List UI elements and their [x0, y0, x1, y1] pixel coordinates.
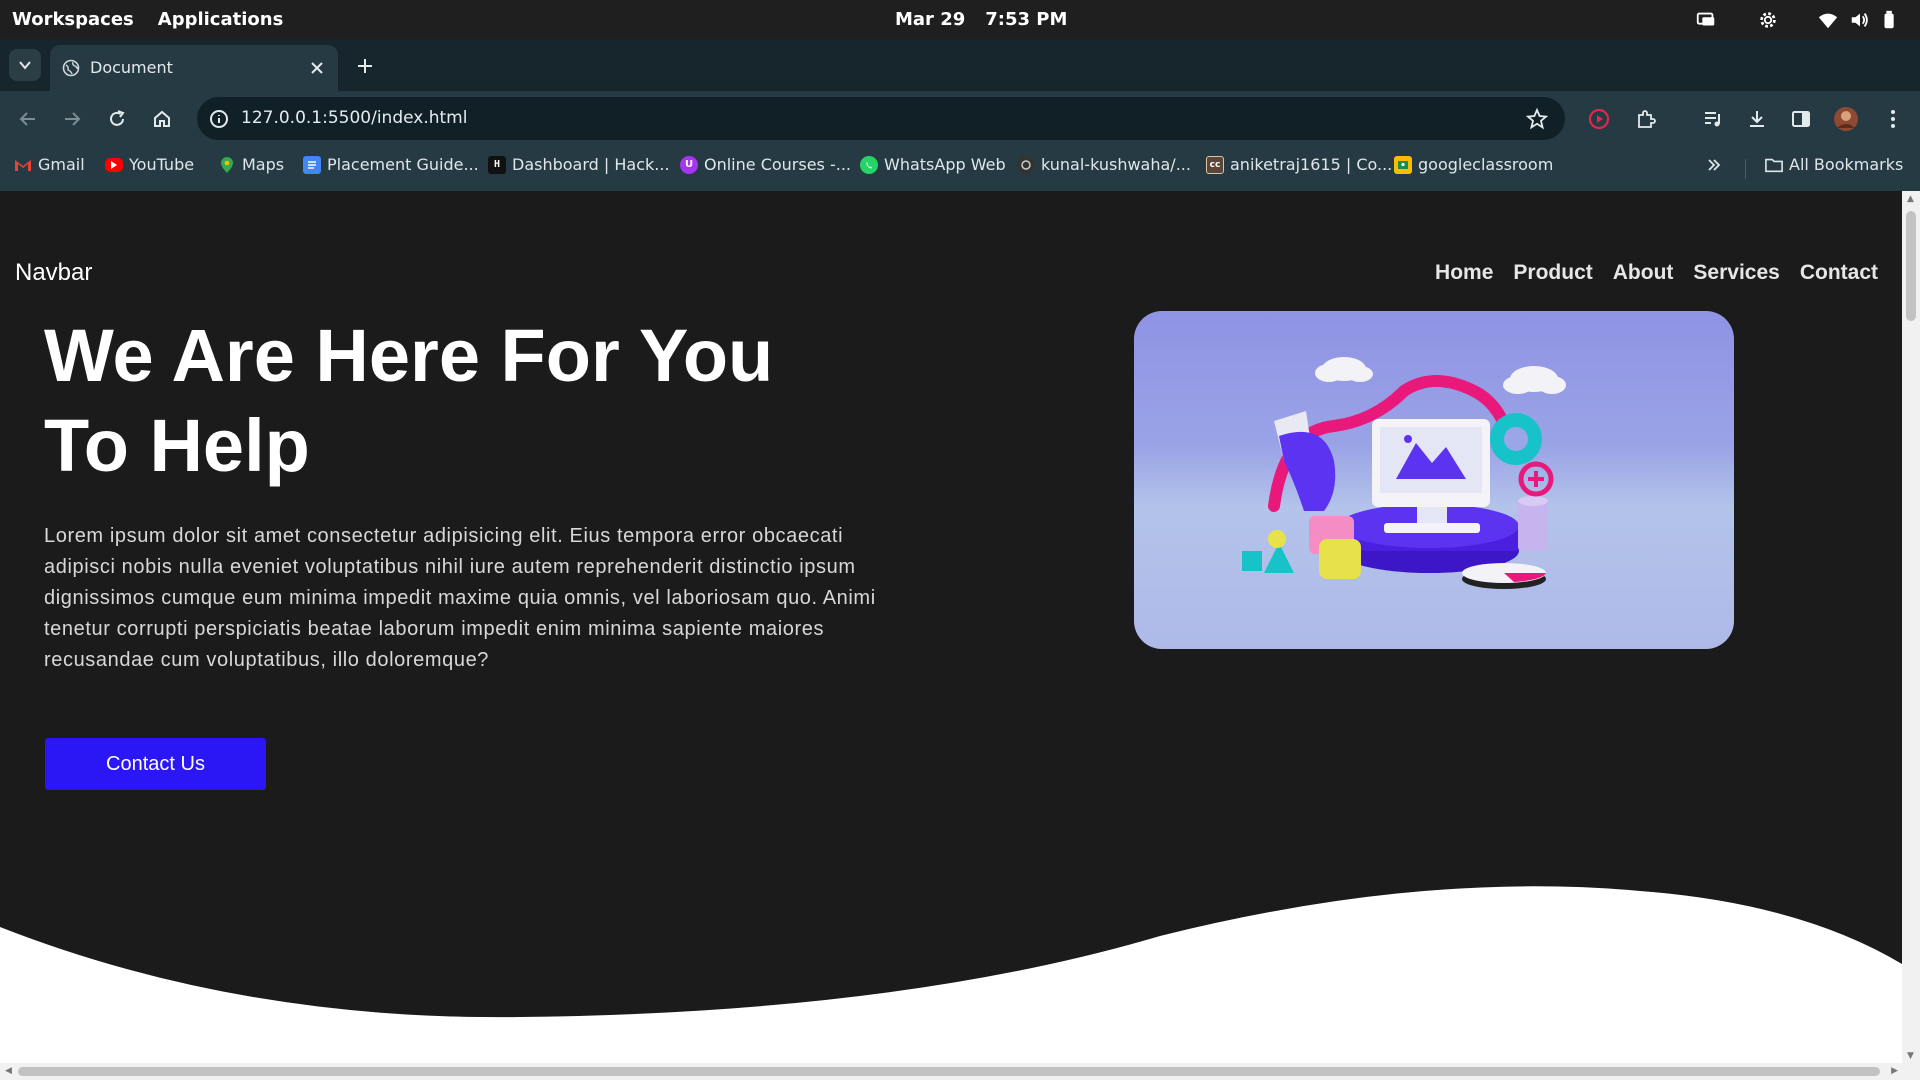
forward-arrow-icon [65, 112, 81, 126]
clock[interactable]: Mar 29 7:53 PM [895, 9, 1067, 30]
media-control-icon[interactable] [1698, 104, 1728, 134]
courses-icon: U [680, 155, 698, 174]
hero-description: Lorem ipsum dolor sit amet consectetur a… [44, 525, 876, 671]
navbar-brand[interactable]: Navbar [15, 259, 92, 287]
reload-button[interactable] [102, 104, 132, 134]
bookmark-star-icon[interactable] [1525, 107, 1549, 131]
bookmark-github[interactable]: kunal-kushwaha/... [1017, 155, 1191, 174]
nav-links: Home Product About Services Contact [1435, 261, 1878, 285]
contact-us-button[interactable]: Contact Us [45, 738, 266, 790]
more-bookmarks-chevron-icon[interactable] [1706, 157, 1722, 173]
bookmark-whatsapp[interactable]: WhatsApp Web [860, 155, 1006, 174]
browser-toolbar: 127.0.0.1:5500/index.html [0, 91, 1920, 147]
scroll-up-icon[interactable]: ▲ [1907, 194, 1914, 204]
reload-icon [110, 110, 125, 126]
folder-icon [1765, 156, 1783, 174]
hero-illustration [1134, 311, 1734, 649]
vertical-scrollbar[interactable]: ▲ ▼ [1902, 191, 1920, 1063]
gmail-icon [14, 156, 32, 174]
workspaces-menu[interactable]: Workspaces [12, 9, 134, 30]
extension-record-icon[interactable] [1584, 104, 1614, 134]
maps-icon [218, 156, 236, 174]
bookmark-label: Placement Guide... [327, 155, 479, 174]
site-info-icon[interactable] [205, 105, 233, 133]
bookmark-placement-guide[interactable]: Placement Guide... [303, 155, 479, 174]
extensions-puzzle-icon[interactable] [1631, 104, 1661, 134]
bookmark-label: WhatsApp Web [884, 155, 1006, 174]
nav-link-about[interactable]: About [1613, 261, 1674, 285]
horizontal-scrollbar[interactable]: ◀ ▶ [0, 1063, 1920, 1080]
scroll-right-icon[interactable]: ▶ [1891, 1066, 1898, 1076]
os-top-bar: Workspaces Applications Mar 29 7:53 PM [0, 0, 1920, 39]
docs-icon [303, 155, 321, 174]
bookmark-gmail[interactable]: Gmail [14, 155, 85, 174]
horizontal-scroll-thumb[interactable] [18, 1067, 1880, 1076]
settings-icon[interactable] [1756, 8, 1780, 32]
bookmark-googleclassroom[interactable]: googleclassroom [1394, 155, 1553, 174]
bookmark-label: Online Courses -... [704, 155, 852, 174]
bookmark-label: Dashboard | Hack... [512, 155, 670, 174]
vertical-scroll-thumb[interactable] [1906, 211, 1916, 321]
bookmark-label: kunal-kushwaha/... [1041, 155, 1191, 174]
back-button[interactable] [13, 104, 43, 134]
battery-icon[interactable] [1878, 8, 1902, 32]
whatsapp-icon [860, 155, 878, 174]
time-label: 7:53 PM [985, 9, 1068, 30]
scroll-left-icon[interactable]: ◀ [5, 1066, 12, 1076]
url-text[interactable]: 127.0.0.1:5500/index.html [241, 108, 467, 128]
close-tab-icon[interactable] [306, 57, 328, 79]
date-label: Mar 29 [895, 9, 966, 30]
screen-icon[interactable] [1694, 8, 1718, 32]
bookmark-codechef[interactable]: cc aniketraj1615 | Co... [1206, 155, 1392, 174]
codechef-icon: cc [1206, 155, 1224, 174]
applications-menu[interactable]: Applications [158, 9, 284, 30]
tab-strip: Document [0, 39, 1920, 91]
globe-icon [62, 59, 80, 77]
all-bookmarks-label: All Bookmarks [1789, 155, 1904, 174]
youtube-icon [105, 157, 123, 172]
scroll-down-icon[interactable]: ▼ [1907, 1051, 1914, 1061]
side-panel-icon[interactable] [1786, 104, 1816, 134]
bookmark-online-courses[interactable]: U Online Courses -... [680, 155, 851, 174]
hero-title: We Are Here For You To Help [44, 314, 774, 487]
home-icon [154, 110, 170, 127]
bookmarks-divider [1745, 159, 1746, 179]
bookmark-label: aniketraj1615 | Co... [1230, 155, 1393, 174]
profile-avatar[interactable] [1831, 104, 1861, 134]
download-icon[interactable] [1742, 104, 1772, 134]
nav-link-home[interactable]: Home [1435, 261, 1493, 285]
all-bookmarks-button[interactable]: All Bookmarks [1765, 155, 1903, 174]
browser-tab[interactable]: Document [50, 45, 338, 91]
browser-menu-icon[interactable] [1878, 104, 1908, 134]
new-tab-button[interactable] [352, 53, 378, 79]
hackerrank-icon: H [488, 155, 506, 174]
github-icon [1017, 155, 1035, 174]
volume-icon[interactable] [1848, 8, 1872, 32]
home-button[interactable] [147, 104, 177, 134]
tab-title: Document [90, 58, 173, 77]
bookmark-label: YouTube [129, 155, 195, 174]
bookmark-maps[interactable]: Maps [218, 155, 284, 174]
bookmark-label: Maps [242, 155, 285, 174]
bookmark-youtube[interactable]: YouTube [105, 155, 194, 174]
wifi-icon[interactable] [1816, 8, 1840, 32]
forward-button[interactable] [57, 104, 87, 134]
classroom-icon [1394, 155, 1412, 174]
tab-search-button[interactable] [9, 49, 41, 81]
nav-link-contact[interactable]: Contact [1800, 261, 1878, 285]
chevron-down-icon [19, 61, 31, 70]
back-arrow-icon [19, 112, 35, 126]
bookmark-label: Gmail [38, 155, 85, 174]
bookmark-label: googleclassroom [1418, 155, 1554, 174]
nav-link-product[interactable]: Product [1513, 261, 1592, 285]
page-viewport: Navbar Home Product About Services Conta… [0, 191, 1902, 1063]
address-bar[interactable]: 127.0.0.1:5500/index.html [197, 97, 1565, 140]
bookmarks-bar: Gmail YouTube Maps Placement Guide... H … [0, 147, 1920, 191]
nav-link-services[interactable]: Services [1693, 261, 1779, 285]
plus-icon [358, 59, 372, 73]
bookmark-hackerrank[interactable]: H Dashboard | Hack... [488, 155, 670, 174]
